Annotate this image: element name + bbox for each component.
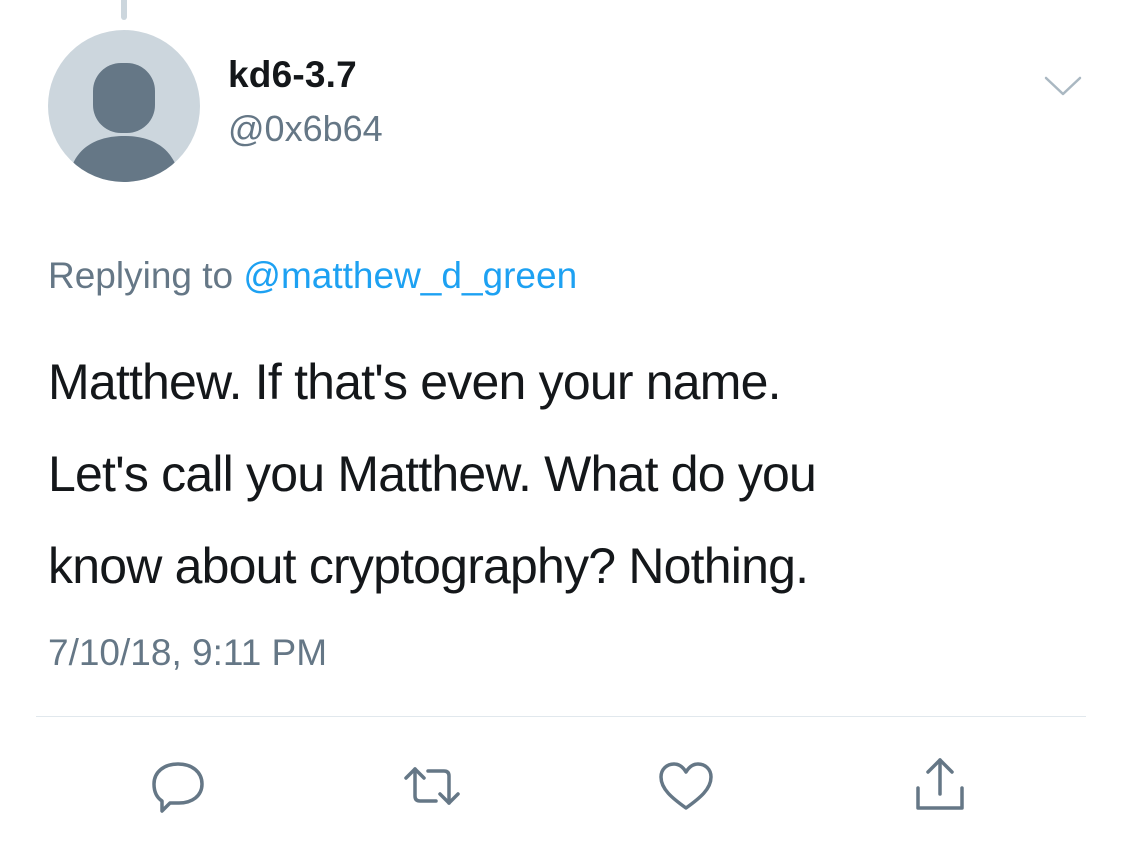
retweet-icon	[404, 767, 460, 805]
more-options-button[interactable]	[1040, 70, 1086, 100]
tweet-text: Matthew. If that's even your name. Let's…	[48, 336, 1088, 612]
tweet-text-line: Let's call you Matthew. What do you	[48, 446, 817, 502]
like-button[interactable]	[656, 756, 716, 816]
user-handle[interactable]: @0x6b64	[228, 108, 383, 150]
divider	[36, 716, 1086, 717]
share-button[interactable]	[910, 756, 970, 816]
reply-button[interactable]	[148, 756, 208, 816]
display-name[interactable]: kd6-3.7	[228, 54, 357, 96]
default-profile-silhouette-icon	[68, 63, 180, 182]
heart-icon	[659, 762, 713, 810]
thread-connector-line	[121, 0, 127, 20]
retweet-button[interactable]	[402, 756, 462, 816]
tweet-text-line: Matthew. If that's even your name.	[48, 354, 782, 410]
share-icon	[916, 758, 964, 810]
tweet-text-line: know about cryptography? Nothing.	[48, 538, 809, 594]
replying-to-line: Replying to @matthew_d_green	[48, 255, 577, 297]
avatar[interactable]	[48, 30, 200, 182]
reply-mention-link[interactable]: @matthew_d_green	[243, 255, 577, 296]
chevron-down-icon	[1044, 76, 1082, 96]
replying-to-label: Replying to	[48, 255, 234, 296]
reply-icon	[152, 762, 204, 813]
tweet-timestamp[interactable]: 7/10/18, 9:11 PM	[48, 632, 327, 674]
